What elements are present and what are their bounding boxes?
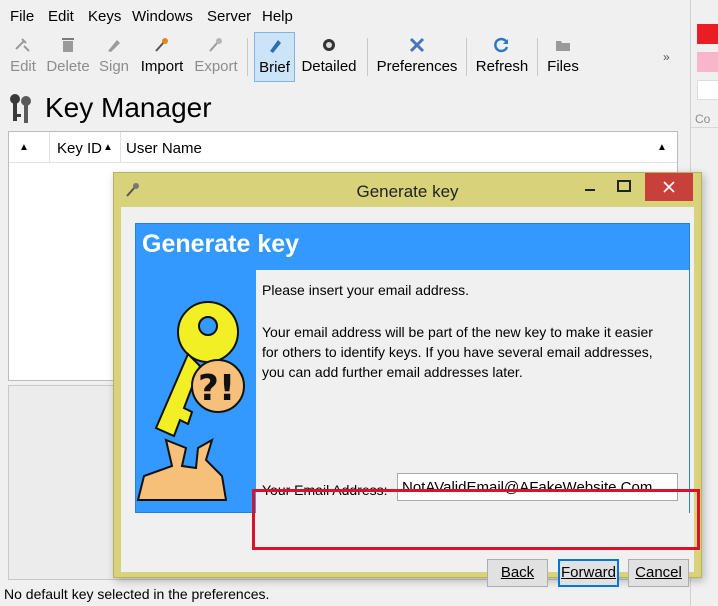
status-bar: No default key selected in the preferenc… <box>4 586 270 602</box>
wizard-heading: Generate key <box>142 230 300 258</box>
menu-help[interactable]: Help <box>262 8 293 25</box>
forward-button[interactable]: Forward <box>558 559 619 587</box>
menu-server[interactable]: Server <box>207 8 251 25</box>
delete-button[interactable]: Delete <box>44 32 92 82</box>
description-text: Your email address will be part of the n… <box>262 324 653 380</box>
minimize-button[interactable] <box>577 173 603 201</box>
page-header: Key Manager <box>0 86 690 130</box>
toolbar-separator <box>466 38 467 76</box>
toolbar-separator <box>247 38 248 76</box>
edit-key-icon <box>15 38 30 52</box>
wizard-content: Please insert your email address. Your e… <box>256 270 689 513</box>
sort-asc-icon: ▲ <box>103 142 113 153</box>
trash-icon <box>62 38 74 52</box>
menu-keys[interactable]: Keys <box>88 8 121 25</box>
column-header-sort[interactable]: ▲ <box>9 132 49 163</box>
color-swatch-pink[interactable] <box>697 52 718 72</box>
files-button[interactable]: Files <box>544 32 582 82</box>
cancel-label: Cancel <box>635 564 682 581</box>
detailed-view-icon <box>323 39 335 51</box>
back-label: Back <box>500 564 535 581</box>
brief-view-icon <box>269 40 281 53</box>
intro-text: Please insert your email address. <box>262 282 469 298</box>
sign-pen-icon <box>108 40 120 52</box>
folder-icon <box>556 41 570 51</box>
menu-file[interactable]: File <box>10 8 34 25</box>
toolbar-separator <box>367 38 368 76</box>
toolbar-overflow-icon[interactable]: » <box>663 50 670 64</box>
close-button[interactable] <box>645 173 693 201</box>
dialog-body: Generate key ?! Please insert your email… <box>121 207 700 587</box>
toolbar-separator <box>537 38 538 76</box>
generate-key-dialog: Generate key Generate key ?! Please inse… <box>113 172 702 587</box>
menu-windows[interactable]: Windows <box>132 8 193 25</box>
brief-view-button[interactable]: Brief <box>254 32 295 82</box>
toolbar: Edit Delete Sign Import Export Brief Det… <box>0 32 690 82</box>
column-header-keyid[interactable]: Key ID ▲ <box>50 132 120 163</box>
highlight-box <box>252 489 700 550</box>
color-swatch-white[interactable] <box>697 80 718 100</box>
refresh-button[interactable]: Refresh <box>474 32 530 82</box>
cancel-button[interactable]: Cancel <box>628 559 689 587</box>
strip-label: Co <box>695 112 711 126</box>
column-header-username[interactable]: User Name ▲ <box>121 132 677 163</box>
divider <box>691 127 718 128</box>
menu-edit[interactable]: Edit <box>48 8 74 25</box>
export-key-icon <box>209 38 222 52</box>
edit-button[interactable]: Edit <box>4 32 42 82</box>
sign-button[interactable]: Sign <box>96 32 132 82</box>
sort-asc-icon: ▲ <box>19 142 29 153</box>
page-title: Key Manager <box>45 92 212 123</box>
key-question-illustration: ?! <box>136 301 245 501</box>
import-key-icon <box>155 38 168 52</box>
tools-icon <box>409 37 425 53</box>
keys-icon <box>10 94 31 123</box>
preferences-button[interactable]: Preferences <box>376 32 458 82</box>
dialog-titlebar[interactable]: Generate key <box>114 173 701 207</box>
detailed-view-button[interactable]: Detailed <box>300 32 358 82</box>
forward-label: Forward <box>560 564 616 581</box>
menu-bar: File Edit Keys Windows Server Help <box>0 0 690 32</box>
color-swatch-red[interactable] <box>697 24 718 44</box>
back-button[interactable]: Back <box>487 559 548 587</box>
sort-asc-icon: ▲ <box>657 142 667 153</box>
svg-text:?!: ?! <box>198 368 235 409</box>
wizard-panel: Generate key ?! Please insert your email… <box>135 223 690 513</box>
refresh-icon <box>494 37 509 53</box>
export-button[interactable]: Export <box>190 32 242 82</box>
import-button[interactable]: Import <box>136 32 188 82</box>
maximize-button[interactable] <box>611 173 637 201</box>
